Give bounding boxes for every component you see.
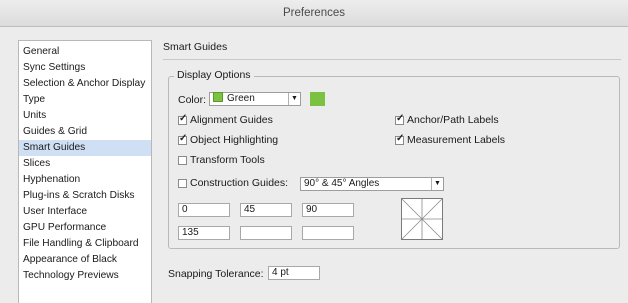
anchor-path-labels-label: Anchor/Path Labels <box>407 114 499 126</box>
preferences-panel: Smart Guides Display Options Color: Gree… <box>152 26 628 303</box>
sidebar-item-sync-settings[interactable]: Sync Settings <box>19 60 151 76</box>
color-label: Color: <box>178 94 207 106</box>
sidebar-item-appearance-of-black[interactable]: Appearance of Black <box>19 252 151 268</box>
object-highlighting-checkbox[interactable] <box>178 133 187 145</box>
construction-angles-select[interactable]: 90° & 45° Angles ▼ <box>300 177 444 191</box>
anchor-path-labels-checkbox[interactable] <box>395 113 404 125</box>
angle-field-6[interactable] <box>302 226 354 240</box>
snapping-tolerance-field[interactable]: 4 pt <box>268 266 320 280</box>
construction-guides-label: Construction Guides: <box>190 177 289 189</box>
snapping-tolerance-label: Snapping Tolerance: <box>168 268 264 280</box>
sidebar-item-slices[interactable]: Slices <box>19 156 151 172</box>
measurement-labels-checkbox[interactable] <box>395 133 404 145</box>
display-options-legend: Display Options <box>174 69 254 81</box>
sidebar-item-hyphenation[interactable]: Hyphenation <box>19 172 151 188</box>
color-select[interactable]: Green ▼ <box>209 92 301 106</box>
object-highlighting-label: Object Highlighting <box>190 134 279 146</box>
alignment-guides-label: Alignment Guides <box>190 114 273 126</box>
angle-field-5[interactable] <box>240 226 292 240</box>
measurement-labels-label: Measurement Labels <box>407 134 506 146</box>
sidebar-item-selection-anchor-display[interactable]: Selection & Anchor Display <box>19 76 151 92</box>
section-divider <box>163 59 621 60</box>
angle-field-3[interactable]: 90 <box>302 203 354 217</box>
construction-angles-value: 90° & 45° Angles <box>304 178 380 189</box>
sidebar-item-guides-grid[interactable]: Guides & Grid <box>19 124 151 140</box>
sidebar-item-user-interface[interactable]: User Interface <box>19 204 151 220</box>
sidebar-item-type[interactable]: Type <box>19 92 151 108</box>
angle-preview-icon <box>401 198 443 240</box>
sidebar-item-plugins-scratch-disks[interactable]: Plug-ins & Scratch Disks <box>19 188 151 204</box>
dropdown-arrow-icon: ▼ <box>288 93 300 105</box>
transform-tools-label: Transform Tools <box>190 154 265 166</box>
window-title: Preferences <box>0 0 628 27</box>
sidebar-item-units[interactable]: Units <box>19 108 151 124</box>
transform-tools-checkbox[interactable] <box>178 156 187 165</box>
color-preview-swatch[interactable] <box>310 92 325 106</box>
angle-field-2[interactable]: 45 <box>240 203 292 217</box>
preferences-category-list[interactable]: General Sync Settings Selection & Anchor… <box>18 40 152 303</box>
angle-field-1[interactable]: 0 <box>178 203 230 217</box>
sidebar-item-smart-guides[interactable]: Smart Guides <box>19 140 151 156</box>
construction-guides-checkbox[interactable] <box>178 179 187 188</box>
sidebar-item-gpu-performance[interactable]: GPU Performance <box>19 220 151 236</box>
color-select-value: Green <box>227 93 255 104</box>
section-title: Smart Guides <box>163 41 228 53</box>
dropdown-arrow-icon: ▼ <box>431 178 443 190</box>
alignment-guides-checkbox[interactable] <box>178 113 187 125</box>
sidebar-item-general[interactable]: General <box>19 44 151 60</box>
angle-field-4[interactable]: 135 <box>178 226 230 240</box>
sidebar-item-technology-previews[interactable]: Technology Previews <box>19 268 151 284</box>
sidebar-item-file-handling-clipboard[interactable]: File Handling & Clipboard <box>19 236 151 252</box>
color-swatch-small <box>213 92 223 103</box>
